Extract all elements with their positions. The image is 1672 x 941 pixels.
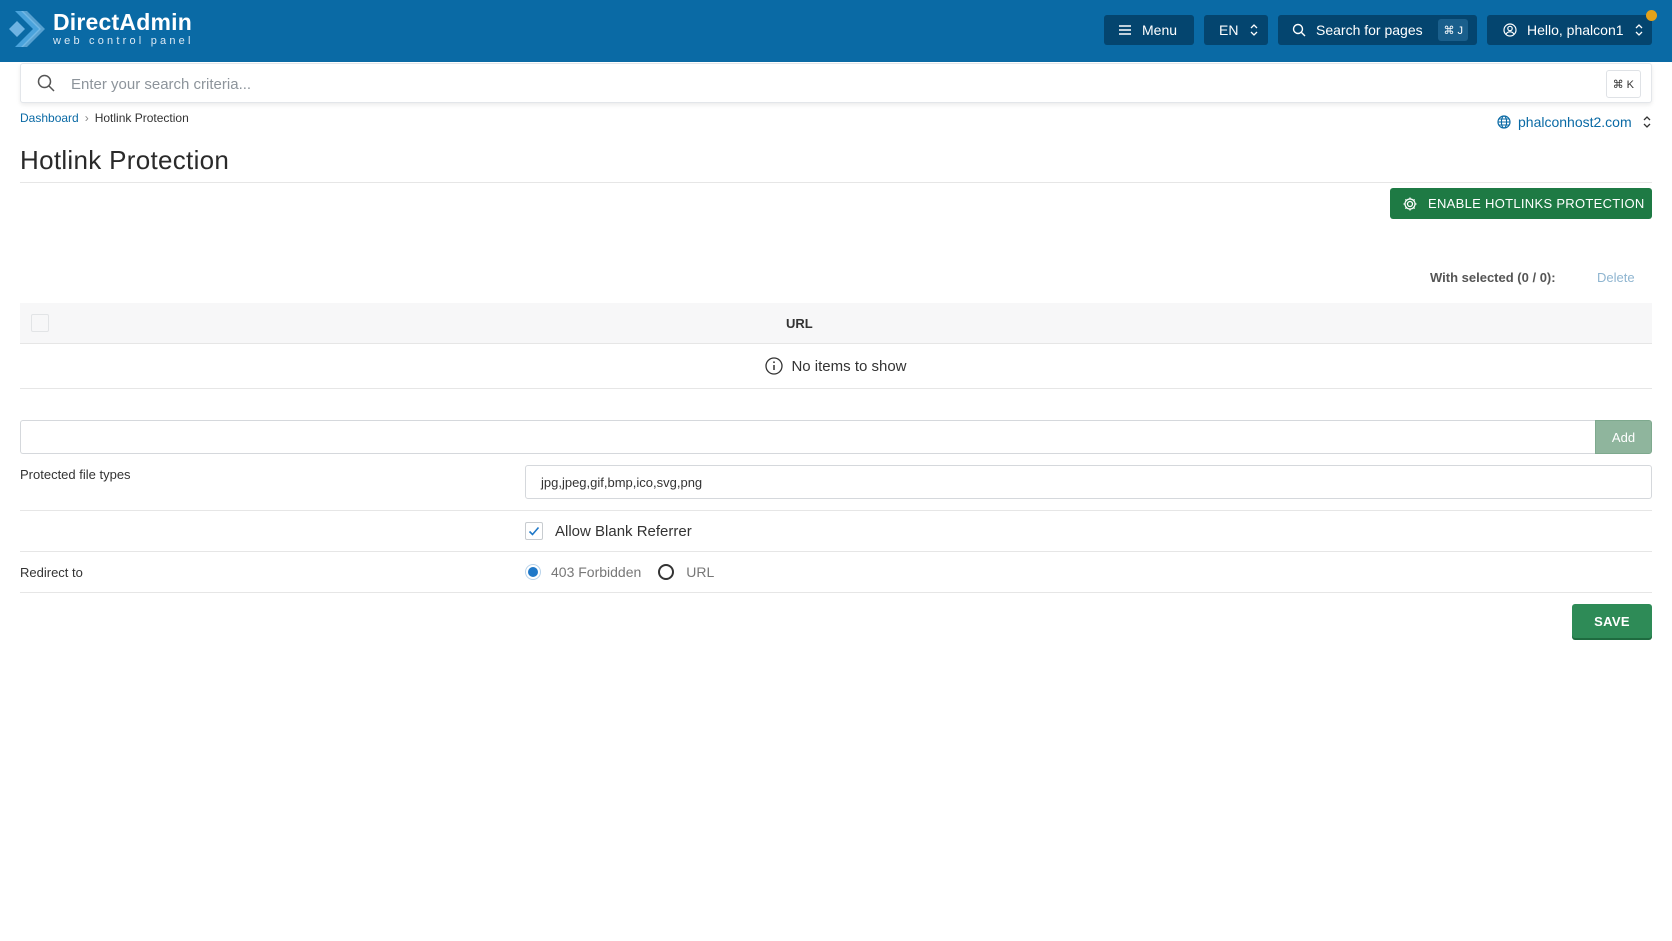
- chevron-updown-icon: [1643, 116, 1651, 128]
- select-all-checkbox[interactable]: [31, 314, 49, 332]
- user-menu-button[interactable]: Hello, phalcon1: [1487, 15, 1652, 45]
- file-types-label: Protected file types: [20, 467, 131, 482]
- logo-arrows-icon: [9, 11, 45, 47]
- with-selected-label: With selected (0 / 0):: [1430, 270, 1556, 285]
- page-title: Hotlink Protection: [20, 145, 230, 175]
- menu-label: Menu: [1142, 22, 1178, 38]
- search-shortcut: ⌘ J: [1438, 19, 1468, 41]
- enable-hotlinks-protection-button[interactable]: ENABLE HOTLINKS PROTECTION: [1390, 188, 1652, 219]
- language-select[interactable]: EN: [1204, 15, 1268, 45]
- table-empty-row: No items to show: [20, 344, 1652, 389]
- notification-dot: [1646, 10, 1657, 21]
- page-search-button[interactable]: Search for pages ⌘ J: [1278, 15, 1477, 45]
- user-greeting: Hello, phalcon1: [1527, 22, 1624, 38]
- domain-value: phalconhost2.com: [1518, 114, 1632, 130]
- hamburger-icon: [1119, 25, 1131, 35]
- breadcrumb: Dashboard › Hotlink Protection: [20, 111, 189, 125]
- chevron-updown-icon: [1250, 24, 1258, 36]
- info-icon: [765, 357, 784, 375]
- redirect-url-label[interactable]: URL: [686, 564, 714, 580]
- breadcrumb-current: Hotlink Protection: [94, 111, 189, 125]
- brand-subtitle: web control panel: [53, 35, 194, 47]
- column-header-url[interactable]: URL: [786, 316, 813, 331]
- chevron-updown-icon: [1635, 24, 1643, 36]
- global-search-input[interactable]: [71, 70, 1521, 98]
- checkmark-icon: [528, 526, 540, 536]
- user-icon: [1503, 23, 1517, 37]
- redirect-403-radio[interactable]: [525, 564, 541, 580]
- redirect-label: Redirect to: [20, 565, 83, 580]
- brand-title: DirectAdmin: [53, 9, 192, 35]
- save-button[interactable]: SAVE: [1572, 604, 1652, 638]
- file-types-input[interactable]: jpg,jpeg,gif,bmp,ico,svg,png: [525, 465, 1652, 499]
- form-divider: [20, 592, 1652, 593]
- url-input[interactable]: [20, 420, 1596, 454]
- redirect-403-label[interactable]: 403 Forbidden: [551, 564, 641, 580]
- menu-button[interactable]: Menu: [1104, 15, 1194, 45]
- table-header: URL: [20, 303, 1652, 344]
- language-value: EN: [1219, 22, 1239, 38]
- chevron-right-icon: ›: [84, 111, 89, 125]
- delete-button[interactable]: Delete: [1597, 270, 1635, 285]
- allow-blank-referrer-checkbox[interactable]: [525, 522, 543, 540]
- allow-blank-referrer-option[interactable]: Allow Blank Referrer: [525, 522, 692, 540]
- redirect-radio-group: 403 Forbidden URL: [525, 564, 714, 580]
- title-divider: [20, 182, 1652, 183]
- search-label: Search for pages: [1316, 22, 1423, 38]
- redirect-url-radio[interactable]: [658, 564, 675, 580]
- globe-icon: [1497, 115, 1511, 129]
- allow-blank-referrer-label: Allow Blank Referrer: [555, 522, 692, 540]
- add-button[interactable]: Add: [1595, 420, 1652, 454]
- form-divider: [20, 551, 1652, 552]
- search-icon: [37, 74, 55, 92]
- enable-label: ENABLE HOTLINKS PROTECTION: [1428, 196, 1645, 211]
- directadmin-logo[interactable]: DirectAdmin web control panel: [9, 9, 194, 49]
- search-icon: [1292, 23, 1306, 37]
- global-search-bar: ⌘ K: [20, 63, 1652, 103]
- form-divider: [20, 510, 1652, 511]
- top-bar: DirectAdmin web control panel Menu EN Se…: [0, 0, 1672, 62]
- gear-icon: [1403, 197, 1417, 210]
- empty-message: No items to show: [791, 357, 907, 375]
- breadcrumb-dashboard-link[interactable]: Dashboard: [20, 111, 79, 125]
- domain-selector[interactable]: phalconhost2.com: [1497, 114, 1652, 130]
- global-search-shortcut: ⌘ K: [1605, 70, 1641, 98]
